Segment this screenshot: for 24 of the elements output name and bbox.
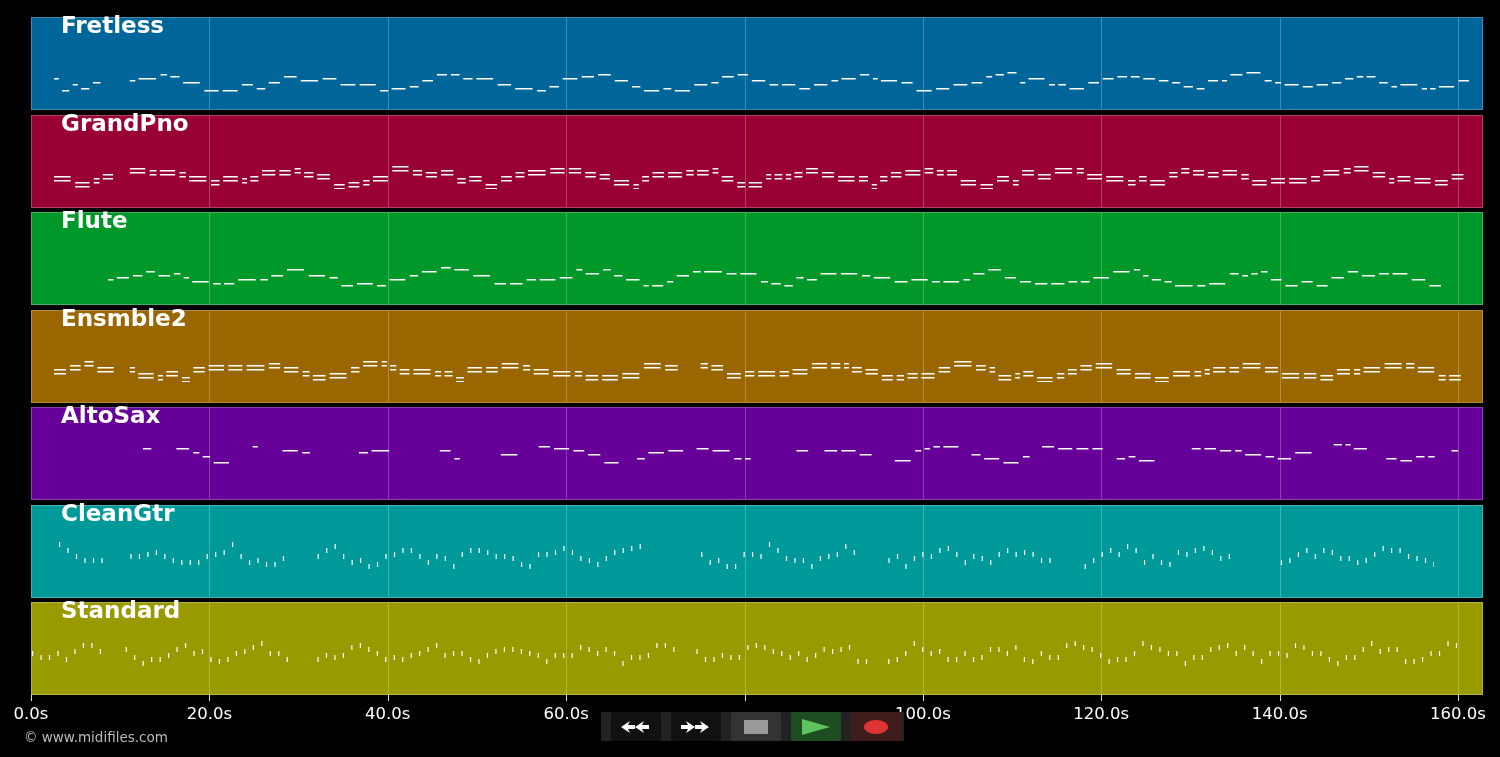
track-name: CleanGtr (61, 499, 175, 526)
rewind-button[interactable] (611, 712, 661, 741)
time-tick-label: 60.0s (543, 704, 589, 723)
track-name: GrandPno (61, 109, 189, 136)
time-tick-label: 120.0s (1073, 704, 1130, 723)
time-tick-label: 140.0s (1251, 704, 1308, 723)
track-name: Fretless (61, 12, 165, 38)
play-icon (802, 718, 830, 735)
time-tick-label: 20.0s (186, 704, 233, 723)
stop-button[interactable] (731, 712, 781, 741)
time-tick-label: 40.0s (365, 704, 411, 723)
track-name: Flute (61, 207, 128, 233)
track-name: Ensmble2 (61, 304, 187, 331)
time-tick-label: 160.0s (1430, 704, 1486, 723)
track-name: Standard (61, 597, 181, 623)
copyright-text: © www.midifiles.com (24, 729, 168, 745)
rewind-icon (621, 719, 651, 734)
track-name: AltoSax (61, 402, 161, 428)
stop-icon (744, 719, 768, 734)
play-button[interactable] (791, 712, 841, 741)
fast-forward-icon (681, 719, 711, 734)
fast-forward-button[interactable] (671, 712, 721, 741)
record-icon (864, 719, 888, 734)
time-tick-label: 0.0s (13, 704, 49, 723)
